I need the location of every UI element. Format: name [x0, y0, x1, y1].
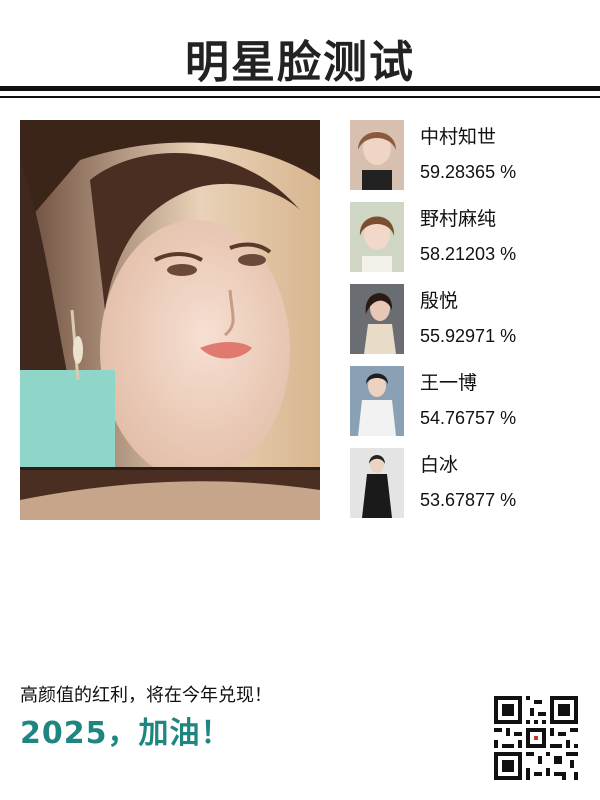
- similarity-percent: 58.21203 %: [420, 244, 517, 264]
- result-item[interactable]: 白冰 53.67877 %: [350, 448, 590, 520]
- actress-thumbnail: [350, 284, 404, 354]
- celebrity-name: 殷悦: [420, 290, 459, 312]
- header-divider-thick: [0, 86, 600, 91]
- face-photo-image: [20, 120, 320, 520]
- result-item[interactable]: 中村知世 59.28365 %: [350, 120, 590, 192]
- result-item[interactable]: 殷悦 55.92971 %: [350, 284, 590, 356]
- similarity-percent: 59.28365 %: [420, 162, 517, 182]
- actress-thumbnail: [350, 202, 404, 272]
- footer-tagline: 高颜值的红利，将在今年兑现！: [20, 685, 272, 706]
- celebrity-name: 中村知世: [420, 126, 497, 148]
- similarity-percent: 54.76757 %: [420, 408, 517, 428]
- result-item[interactable]: 野村麻纯 58.21203 %: [350, 202, 590, 274]
- footer-slogan: 2025，加油！: [20, 716, 232, 751]
- header-divider-thin: [0, 96, 600, 98]
- uploaded-face-photo: [20, 120, 320, 520]
- similarity-percent: 53.67877 %: [420, 490, 517, 510]
- celebrity-name: 白冰: [420, 454, 459, 476]
- actor-thumbnail: [350, 366, 404, 436]
- celebrity-name: 王一博: [420, 372, 478, 394]
- result-item[interactable]: 王一博 54.76757 %: [350, 366, 590, 438]
- page-title: 明星脸测试: [185, 37, 415, 88]
- celebrity-name: 野村麻纯: [420, 208, 497, 230]
- actress-thumbnail: [350, 448, 404, 518]
- qr-code-icon[interactable]: [494, 696, 578, 780]
- similarity-percent: 55.92971 %: [420, 326, 517, 346]
- header: 明星脸测试: [0, 0, 600, 104]
- actress-thumbnail: [350, 120, 404, 190]
